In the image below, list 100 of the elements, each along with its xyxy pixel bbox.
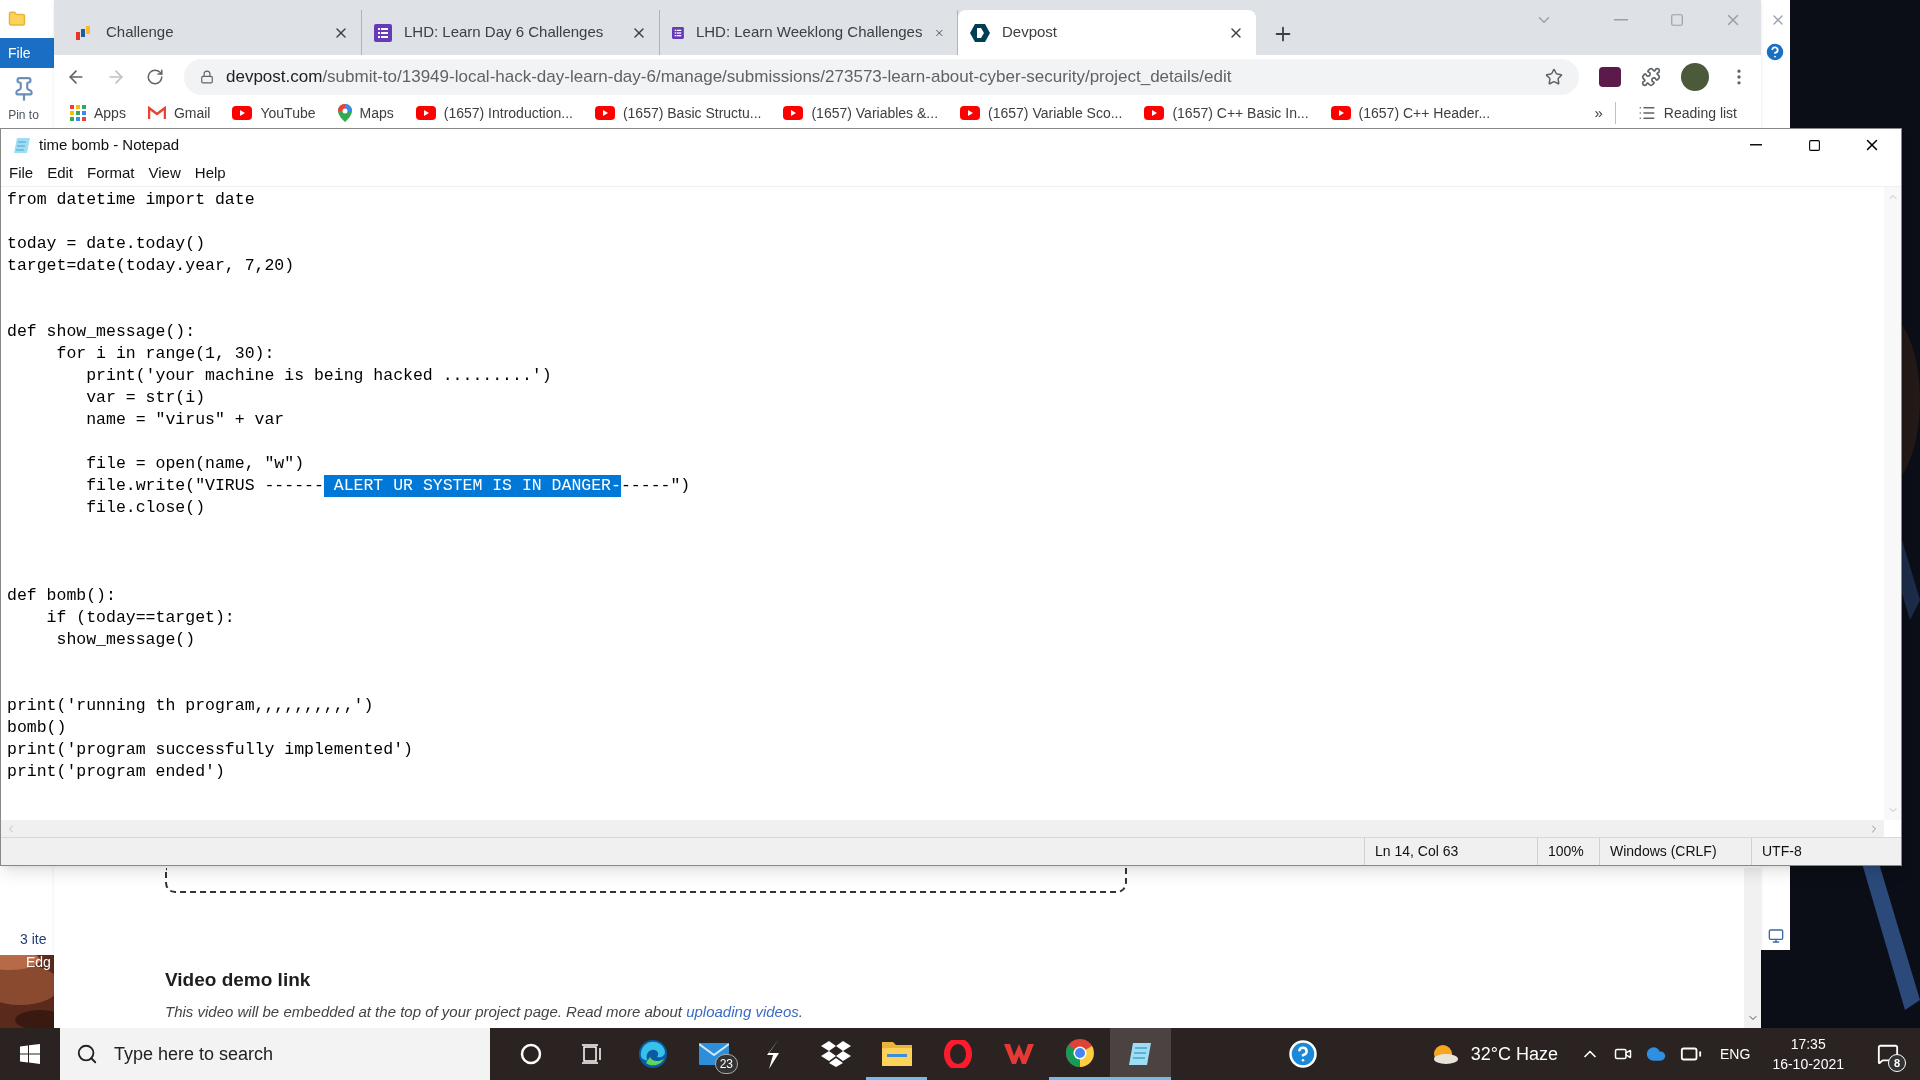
code-line: def show_message(): [7, 321, 196, 343]
swirl-icon [637, 1039, 668, 1069]
help-icon[interactable] [1288, 1039, 1318, 1069]
status-item: 100% [1537, 838, 1599, 865]
count-badge: 23 [714, 1054, 738, 1074]
hexagon-icon [970, 22, 990, 43]
menu-item[interactable]: Edit [47, 162, 74, 185]
code-line: from datetime import date [7, 189, 255, 211]
play-icon [783, 106, 804, 120]
code-line: bomb() [7, 717, 67, 739]
ribbon-label: Pin to [8, 107, 39, 124]
upload-dropzone[interactable] [165, 868, 1127, 893]
w-shape-icon [1003, 1042, 1034, 1066]
bookmark-item[interactable]: (1657) Basic Structu... [594, 102, 762, 124]
status-text: 3 ite [20, 931, 47, 947]
play-icon [594, 106, 615, 120]
code-line: print('your machine is being hacked .........') [85, 365, 552, 387]
address-bar[interactable]: devpost.com/submit-to/13949-local-hack-day-learn-day-6/manage/submissions/273573-learn-about-cyber-security/project_details/edit [184, 58, 1579, 95]
bookmark-item[interactable]: (1657) C++ Basic In... [1144, 102, 1309, 124]
status-item: Windows (CRLF) [1599, 838, 1751, 865]
code-line: print('program ended') [7, 761, 225, 783]
taskbar-app[interactable]: 23 [683, 1028, 744, 1080]
weather-widget[interactable]: 32°C Haze [1430, 1040, 1559, 1068]
list-icon [1637, 104, 1656, 122]
taskbar-app[interactable] [1110, 1028, 1171, 1080]
menu-item[interactable]: Help [194, 162, 226, 185]
map-pin-icon [337, 104, 352, 122]
bookmark-item[interactable]: (1657) Variables &... [783, 102, 939, 124]
chrome-icon [1064, 1037, 1095, 1068]
extension-icon[interactable] [1599, 66, 1621, 87]
bookmark-item[interactable]: (1657) Variable Sco... [960, 102, 1123, 124]
minimize-icon [1614, 19, 1628, 21]
play-icon [1144, 106, 1165, 120]
play-icon [960, 106, 981, 120]
ring-icon [943, 1040, 972, 1068]
code-line: -----") [620, 475, 691, 497]
play-icon [232, 106, 253, 120]
code-line: print('program successfully implemented') [7, 739, 413, 761]
avatar[interactable] [1681, 62, 1709, 91]
notepad-icon [13, 136, 31, 154]
task-view-icon [579, 1043, 604, 1065]
search-icon [76, 1043, 98, 1065]
lock-icon [200, 69, 214, 84]
uploading-videos-link[interactable]: uploading videos [686, 1002, 799, 1020]
code-line: def bomb(): [7, 585, 116, 607]
bookmark-star-icon[interactable] [1545, 67, 1563, 86]
section-heading: Video demo link [165, 968, 312, 992]
windows-logo-icon [20, 1044, 40, 1064]
message-icon [1877, 1043, 1899, 1065]
extensions-icon[interactable] [1641, 66, 1661, 87]
tab-title: LHD: Learn Day 6 Challenges [404, 22, 605, 43]
cloud-icon[interactable] [1646, 1044, 1667, 1064]
image-icon [1768, 928, 1784, 944]
count-badge: 8 [1888, 1054, 1906, 1072]
bookmark-item[interactable]: YouTube [232, 102, 316, 124]
window-title: time bomb - Notepad [39, 134, 180, 155]
code-line: target=date(today.year, 7,20) [7, 255, 295, 277]
play-icon [415, 106, 436, 120]
clock[interactable]: 17:35 16-10-2021 [1772, 1034, 1844, 1074]
code-line: file.write("VIRUS ------ [85, 475, 324, 497]
circle-icon [519, 1043, 542, 1065]
menu-item[interactable]: View [148, 162, 181, 185]
tab-title: LHD: Learn Weeklong Challenges [695, 22, 923, 43]
code-line: print('running th program,,,,,,,,,,') [7, 695, 374, 717]
play-icon [1330, 106, 1351, 120]
desktop-icon-label: Edg [26, 953, 51, 972]
status-item: UTF-8 [1751, 838, 1879, 865]
browser-tab[interactable]: Devpost [958, 10, 1256, 55]
envelope-icon [147, 106, 166, 120]
browser-tab[interactable]: Challenge [64, 10, 362, 55]
code-line: file = open(name, "w") [85, 453, 305, 475]
bookmark-item[interactable]: (1657) C++ Header... [1330, 102, 1491, 124]
reading-list-button[interactable]: Reading list [1637, 102, 1745, 124]
bookmark-item[interactable]: (1657) Introduction... [415, 102, 573, 124]
code-line: today = date.today() [7, 233, 206, 255]
maximize-icon [1670, 13, 1684, 27]
menu-item[interactable]: File [9, 162, 34, 185]
list-icon [374, 23, 392, 42]
selected-text: ALERT UR SYSTEM IS IN DANGER- [323, 475, 621, 497]
minimize-icon [1750, 144, 1762, 146]
browser-tab[interactable]: LHD: Learn Day 6 Challenges [362, 10, 660, 55]
maximize-icon [1807, 138, 1821, 152]
menu-item[interactable]: Format [87, 162, 135, 185]
code-line: for i in range(1, 30): [55, 343, 275, 365]
bookmark-item[interactable]: Gmail [147, 102, 211, 124]
folder-icon [8, 10, 26, 28]
box-icon [820, 1041, 851, 1067]
code-line: show_message() [55, 629, 196, 651]
code-line: file.close() [85, 497, 206, 519]
url-text: devpost.com/submit-to/13949-local-hack-day-learn-day-6/manage/submissions/273573-learn-about-cyber-security/project_details/edit [226, 65, 1233, 88]
status-item: Ln 14, Col 63 [1364, 838, 1537, 865]
notification-button[interactable]: 8 [1866, 1028, 1910, 1080]
bookmark-item[interactable]: Maps [337, 102, 394, 124]
search-field[interactable]: Type here to search [60, 1028, 490, 1080]
more-bookmarks-button[interactable]: » [1594, 101, 1616, 125]
reload-icon[interactable] [146, 67, 164, 86]
code-line: name = "virus" + var [85, 409, 285, 431]
bookmark-item[interactable]: Apps [70, 102, 126, 124]
code-line: if (today==target): [45, 607, 235, 629]
language-indicator[interactable]: ENG [1720, 1043, 1751, 1065]
